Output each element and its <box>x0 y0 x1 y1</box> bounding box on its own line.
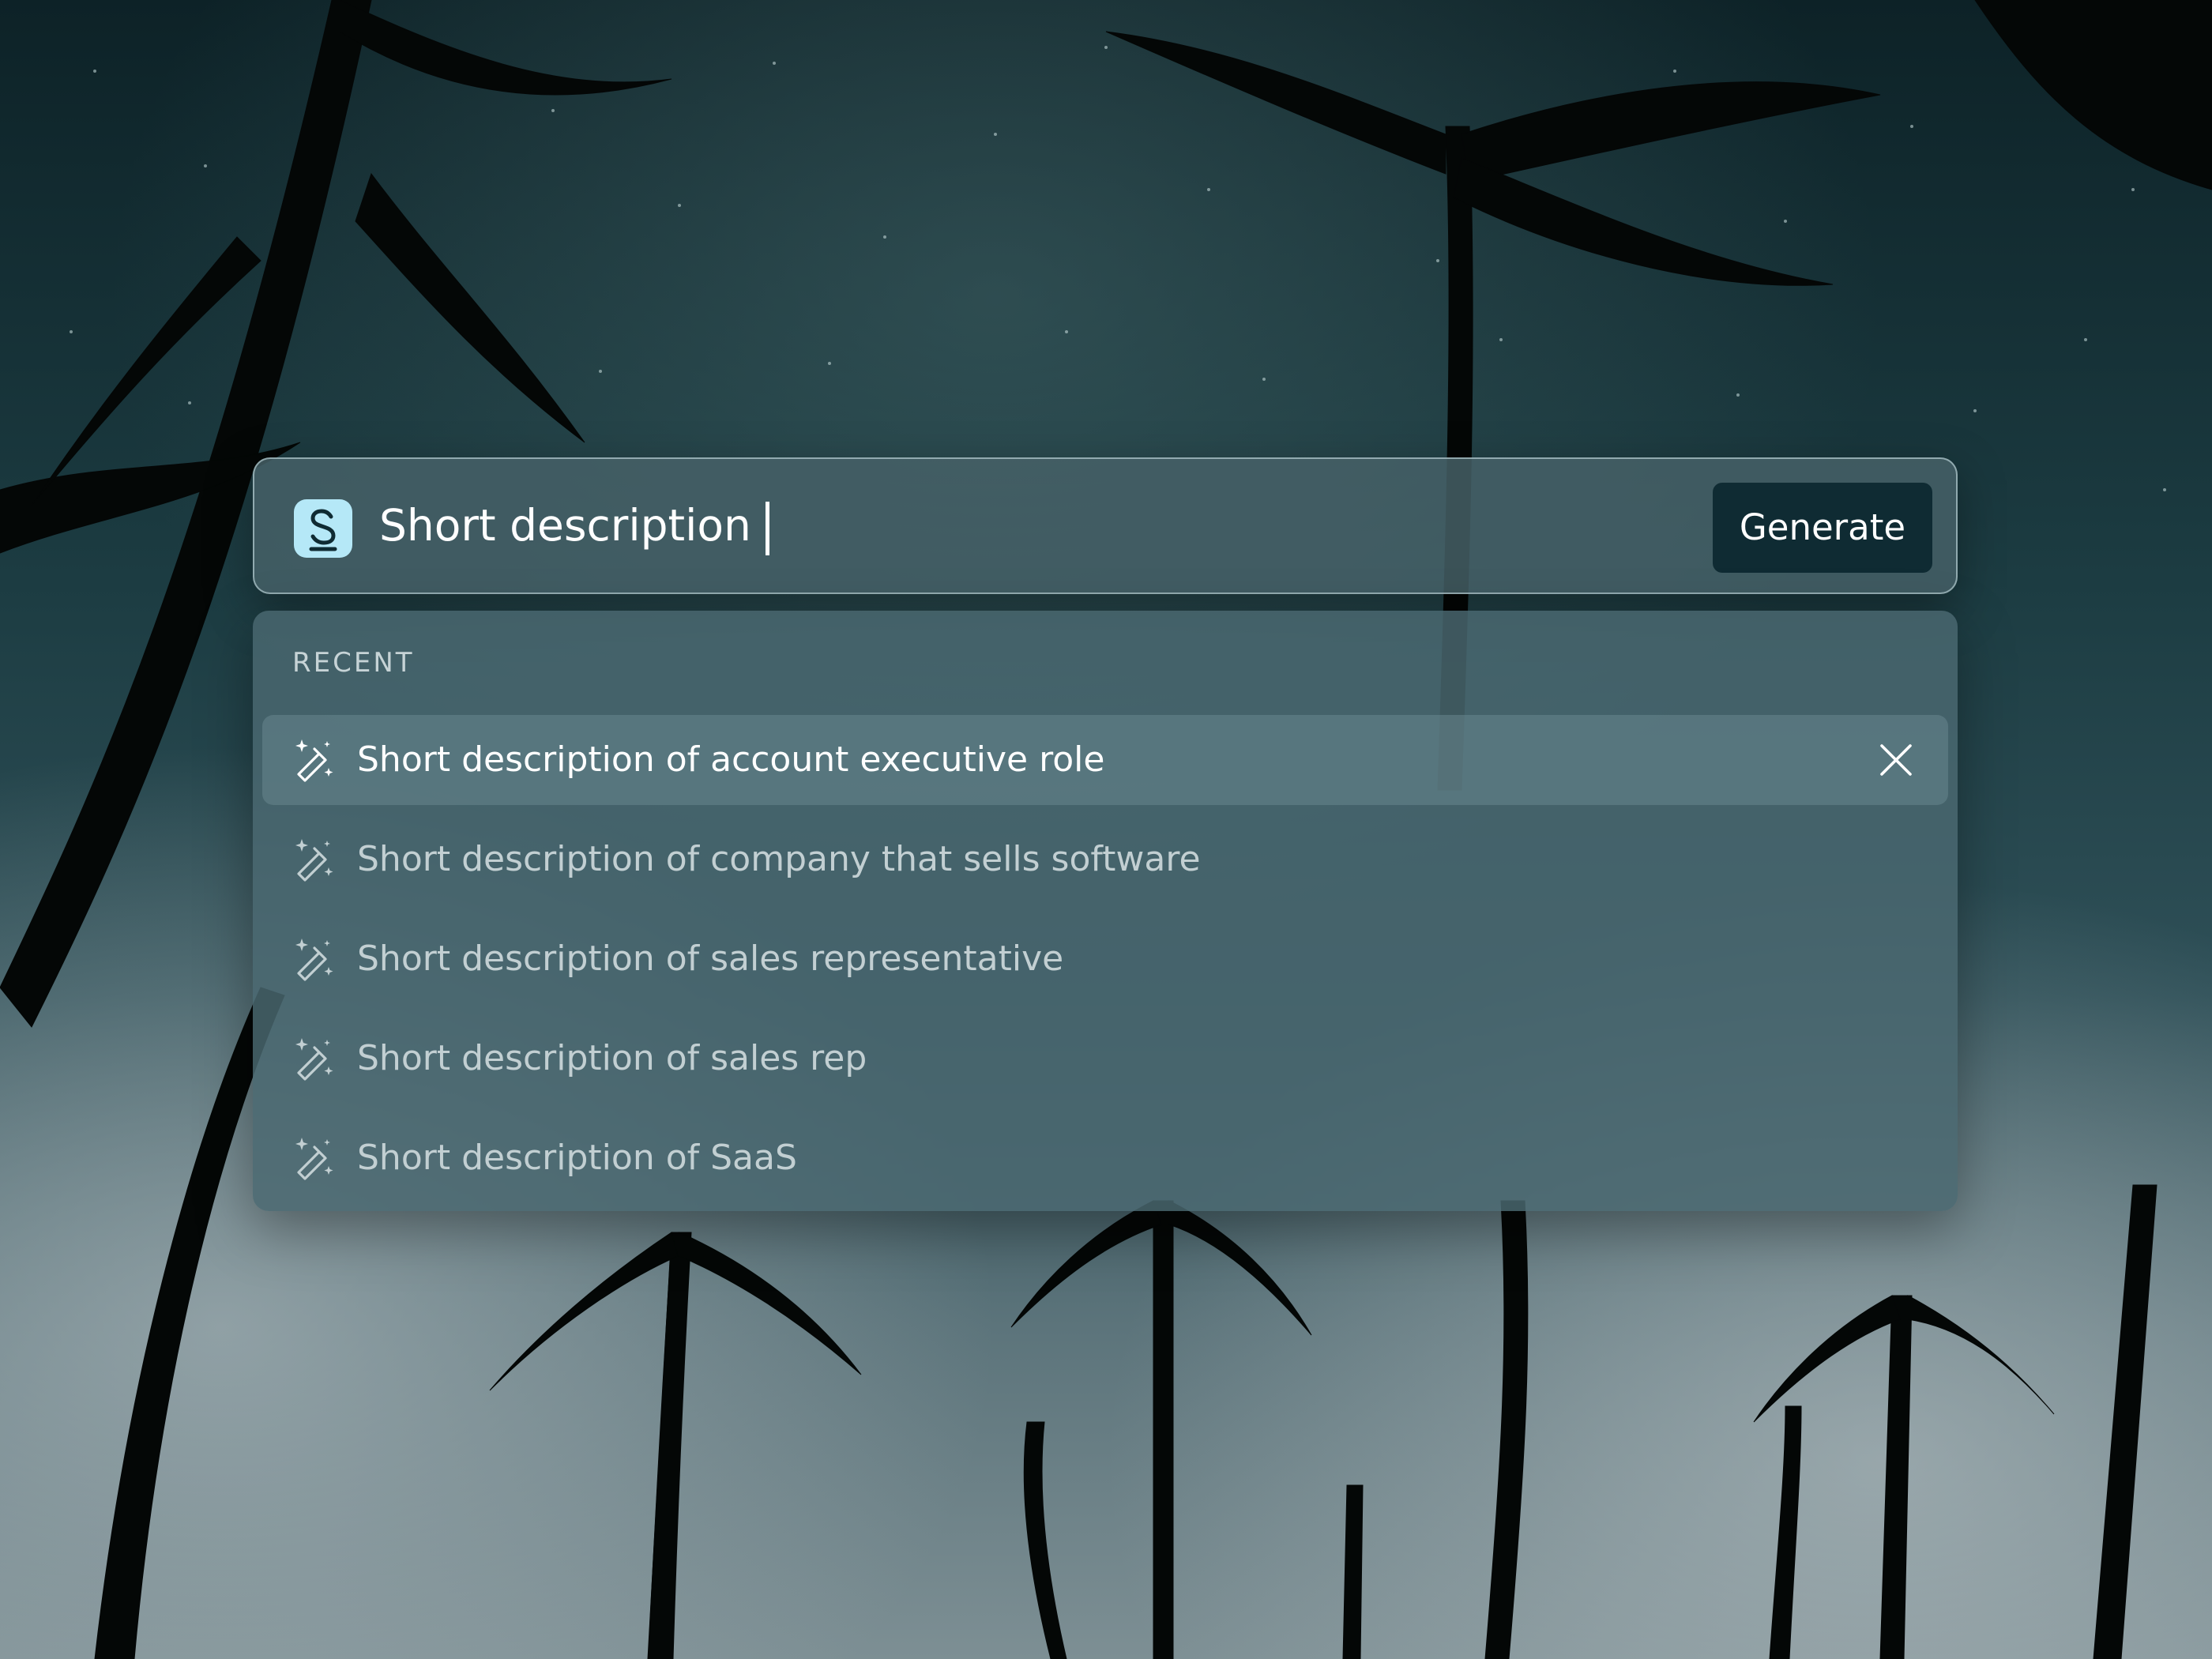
magic-wand-icon <box>295 1138 333 1180</box>
magic-wand-icon <box>295 1038 333 1081</box>
generate-button[interactable]: Generate <box>1713 483 1932 573</box>
recent-list: Short description of account executive r… <box>253 611 1958 1211</box>
recent-item-label: Short description of account executive r… <box>357 739 1105 780</box>
magic-wand-icon <box>295 939 333 981</box>
s-logo-icon <box>294 499 352 558</box>
recent-item-label: Short description of sales representativ… <box>357 939 1064 979</box>
recent-item-label: Short description of SaaS <box>357 1138 797 1178</box>
recent-item[interactable]: Short description of company that sells … <box>262 814 1948 905</box>
magic-wand-icon <box>295 839 333 882</box>
recent-item[interactable]: Short description of sales representativ… <box>262 914 1948 1004</box>
recent-dropdown: RECENT Short description of account exec… <box>253 611 1958 1211</box>
recent-item-label: Short description of sales rep <box>357 1038 867 1078</box>
recent-item[interactable]: Short description of SaaS <box>262 1113 1948 1203</box>
close-icon[interactable] <box>1875 739 1917 781</box>
search-bar[interactable]: Short description Generate <box>253 457 1958 594</box>
recent-item-label: Short description of company that sells … <box>357 839 1201 879</box>
recent-item[interactable]: Short description of sales rep <box>262 1014 1948 1104</box>
text-caret <box>765 502 769 555</box>
magic-wand-icon <box>295 739 333 782</box>
recent-item[interactable]: Short description of account executive r… <box>262 715 1948 805</box>
search-input[interactable]: Short description <box>379 494 751 557</box>
